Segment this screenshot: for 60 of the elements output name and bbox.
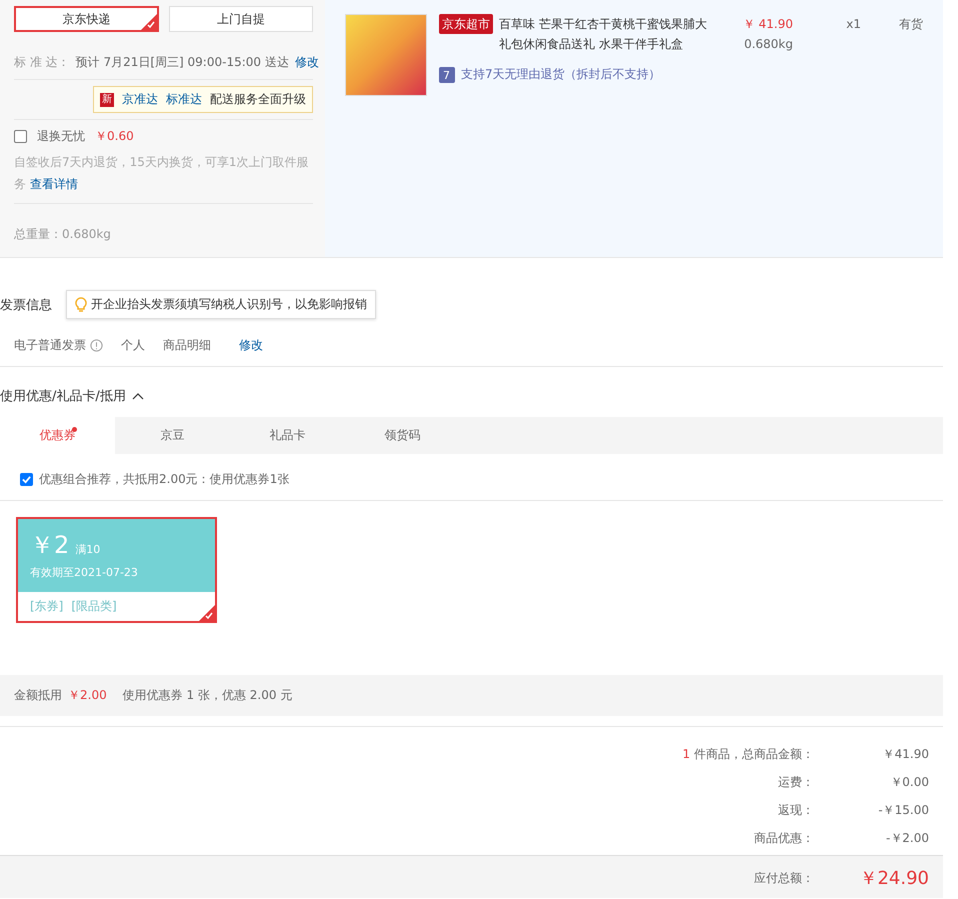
coupon-tag: [东券] [30, 598, 64, 615]
tab[interactable]: 京豆 [115, 417, 230, 454]
new-badge: 新 [100, 92, 114, 106]
checkbox[interactable] [20, 473, 33, 486]
selected-corner-icon [140, 14, 156, 30]
promo-text: 配送服务全面升级 [210, 91, 306, 108]
delivery-time: 预计 7月21日[周三] 09:00-15:00 送达 [76, 54, 289, 71]
info-icon [90, 339, 103, 352]
tab[interactable]: 礼品卡 [230, 417, 345, 454]
product-weight: 0.680kg [743, 36, 793, 53]
total-label: 商品优惠： [754, 830, 814, 847]
lightbulb-icon [75, 296, 87, 312]
invoice-holder: 个人 [121, 337, 145, 354]
section-title: 发票信息 [0, 296, 52, 314]
selected-corner-icon [199, 605, 215, 621]
delivery-label: 标 准 达： [14, 54, 70, 71]
coupon-condition: 满10 [75, 543, 100, 556]
checkmark-icon [22, 475, 31, 484]
store-tag: 京东超市 [439, 14, 493, 34]
invoice-type: 电子普通发票 [14, 337, 86, 354]
tab[interactable]: 领货码 [345, 417, 460, 454]
chevron-up-icon[interactable] [132, 392, 144, 400]
tip-text: 开企业抬头发票须填写纳税人识别号，以免影响报销 [91, 296, 367, 313]
coupon-tag: [限品类] [71, 598, 117, 615]
edit-link[interactable]: 修改 [239, 337, 263, 354]
service-link[interactable]: 京准达 [122, 91, 158, 108]
product-quantity: x1 [845, 16, 861, 33]
service-link[interactable]: 标准达 [166, 91, 202, 108]
section-title: 使用优惠/礼品卡/抵用 [0, 388, 126, 405]
coupon-validity: 有效期至2021-07-23 [30, 565, 139, 580]
details-link[interactable]: 查看详情 [30, 177, 78, 191]
total-label: 1 件商品，总商品金额： [682, 746, 814, 763]
addon-label: 退换无忧 [37, 128, 85, 145]
summary-text: 使用优惠券 1 张，优惠 2.00 元 [122, 687, 292, 704]
payable-label: 应付总额： [754, 870, 814, 886]
summary-amount: ￥2.00 [68, 687, 107, 704]
product-price: ￥ 41.90 [742, 16, 793, 33]
total-value: ￥0.00 [889, 774, 929, 791]
stock-status: 有货 [898, 16, 923, 33]
payable-amount: ￥24.90 [858, 867, 929, 890]
total-value: -￥15.00 [877, 802, 929, 819]
return-badge-icon: 7 [439, 66, 455, 82]
summary-label: 金额抵用 [14, 687, 62, 704]
shipping-method-button[interactable]: 京东快递 [14, 6, 158, 32]
recommend-text: 优惠组合推荐，共抵用2.00元：使用优惠券1张 [39, 471, 290, 488]
invoice-content: 商品明细 [163, 337, 211, 354]
addon-price: ￥0.60 [95, 128, 134, 145]
tab[interactable]: 优惠券 [0, 417, 115, 454]
product-title[interactable]: 百草味 芒果干红杏干黄桃干蜜饯果脯大礼包休闲食品送礼 水果干伴手礼盒 [499, 14, 709, 54]
return-policy: 支持7天无理由退货（拆封后不支持） [461, 66, 661, 83]
total-label: 运费： [778, 774, 814, 791]
edit-link[interactable]: 修改 [294, 54, 319, 71]
total-weight: 总重量：0.680kg [14, 226, 112, 243]
total-value: -￥2.00 [884, 830, 929, 847]
coupon-amount: ￥2 [30, 531, 70, 559]
addon-description: 自签收后7天内退货，15天内换货，可享1次上门取件服务 查看详情 [14, 154, 310, 193]
shipping-method-button[interactable]: 上门自提 [168, 6, 313, 32]
total-label: 返现： [778, 802, 814, 819]
checkbox[interactable] [14, 130, 27, 143]
total-value: ￥41.90 [882, 746, 929, 763]
